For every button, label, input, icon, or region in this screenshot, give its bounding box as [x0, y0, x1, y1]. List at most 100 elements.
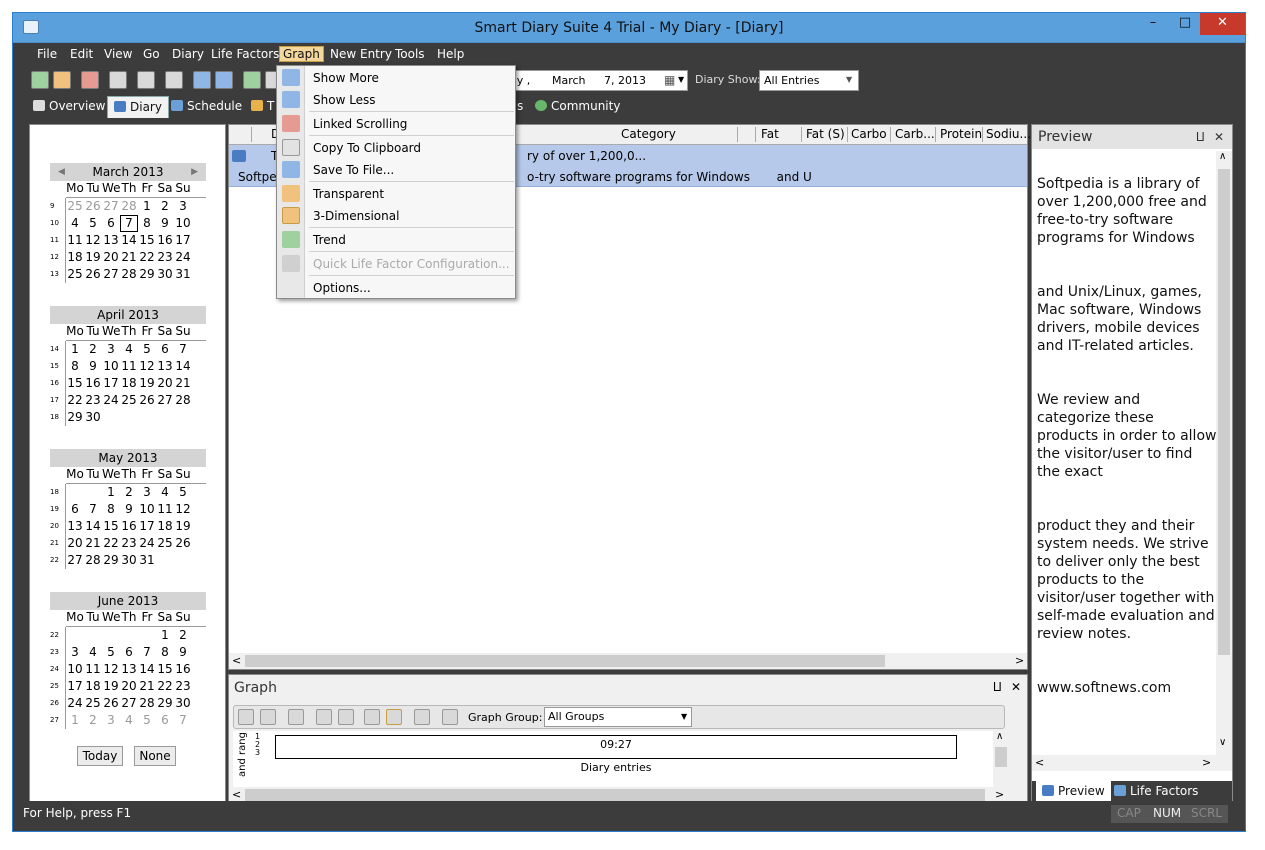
- scroll-down-icon[interactable]: ∨: [1219, 737, 1226, 748]
- calendar-day[interactable]: 5: [174, 484, 192, 501]
- scroll-thumb[interactable]: [1218, 169, 1230, 655]
- menu-new-entry[interactable]: New Entry: [330, 47, 392, 61]
- preview-link[interactable]: www.softnews.com: [1037, 679, 1217, 697]
- print-icon[interactable]: [109, 71, 127, 89]
- header-carb[interactable]: Carb...: [895, 127, 935, 141]
- calendar-day[interactable]: 12: [174, 501, 192, 518]
- calendar-day[interactable]: 17: [102, 375, 120, 392]
- calendar-day[interactable]: 19: [102, 678, 120, 695]
- today-button[interactable]: Today: [77, 746, 123, 766]
- calendar-day[interactable]: 1: [102, 484, 120, 501]
- menu-item-options[interactable]: Options...: [305, 277, 515, 299]
- menu-tools[interactable]: Tools: [395, 47, 425, 61]
- close-icon[interactable]: ✕: [1214, 130, 1224, 144]
- menu-help[interactable]: Help: [437, 47, 464, 61]
- calendar-day[interactable]: 29: [138, 266, 156, 283]
- calendar-day[interactable]: 5: [138, 712, 156, 729]
- header-protein[interactable]: Protein: [940, 127, 982, 141]
- menu-item-show-less[interactable]: Show Less: [305, 89, 515, 111]
- calendar-day[interactable]: 3: [102, 341, 120, 358]
- calendar-day[interactable]: 3: [102, 712, 120, 729]
- prev-month-icon[interactable]: ◀: [58, 163, 65, 181]
- header-fat-s[interactable]: Fat (S): [806, 127, 845, 141]
- calendar-day[interactable]: 4: [156, 484, 174, 501]
- header-fat[interactable]: Fat: [761, 127, 779, 141]
- calendar-day[interactable]: 23: [84, 392, 102, 409]
- calendar-day[interactable]: 31: [174, 266, 192, 283]
- menu-item-save-to-file[interactable]: Save To File...: [305, 159, 515, 181]
- minimize-button[interactable]: –: [1137, 13, 1169, 35]
- calendar-day[interactable]: 8: [66, 358, 84, 375]
- calendar-day[interactable]: 23: [120, 535, 138, 552]
- calendar-day[interactable]: 23: [174, 678, 192, 695]
- calendar-day[interactable]: 18: [84, 678, 102, 695]
- calendar-day[interactable]: 16: [156, 232, 174, 249]
- calendar-day[interactable]: 17: [66, 678, 84, 695]
- close-button[interactable]: ✕: [1200, 13, 1245, 35]
- calendar-day[interactable]: 4: [120, 341, 138, 358]
- menu-item-show-more[interactable]: Show More: [305, 67, 515, 89]
- calendar-day[interactable]: 25: [156, 535, 174, 552]
- tab-life-factors[interactable]: Life Factors: [1108, 781, 1204, 803]
- calendar-day[interactable]: 24: [174, 249, 192, 266]
- calendar-day[interactable]: 5: [138, 341, 156, 358]
- calendar-day[interactable]: 8: [138, 215, 156, 232]
- calendar-day[interactable]: 11: [66, 232, 84, 249]
- calendar-day[interactable]: 26: [84, 266, 102, 283]
- next-month-icon[interactable]: ▶: [191, 163, 198, 181]
- maximize-button[interactable]: □: [1169, 13, 1201, 35]
- calendar-day[interactable]: 28: [120, 198, 138, 215]
- calendar-day[interactable]: 14: [120, 232, 138, 249]
- calendar-day[interactable]: 22: [138, 249, 156, 266]
- calendar-day[interactable]: 27: [120, 695, 138, 712]
- calendar-day[interactable]: 21: [84, 535, 102, 552]
- calendar-day[interactable]: 7: [120, 215, 138, 232]
- menu-item-trend[interactable]: Trend: [305, 229, 515, 251]
- scroll-right-icon[interactable]: >: [995, 788, 1004, 801]
- scroll-thumb[interactable]: [245, 655, 885, 667]
- calendar-day[interactable]: 11: [156, 501, 174, 518]
- calendar-day[interactable]: 20: [120, 678, 138, 695]
- scroll-thumb[interactable]: [995, 747, 1007, 767]
- calendar-day[interactable]: 4: [66, 215, 84, 232]
- graph-vertical-scrollbar[interactable]: ∧: [993, 731, 1009, 787]
- page-setup-icon[interactable]: [137, 71, 155, 89]
- calendar-day[interactable]: 26: [138, 392, 156, 409]
- copy-icon[interactable]: [316, 709, 332, 725]
- chevron-down-icon[interactable]: ▼: [681, 712, 687, 721]
- calendar-day[interactable]: 7: [84, 501, 102, 518]
- calendar-day[interactable]: 20: [156, 375, 174, 392]
- calendar-day[interactable]: 7: [174, 341, 192, 358]
- calendar-day[interactable]: 28: [138, 695, 156, 712]
- calendar-day[interactable]: 3: [138, 484, 156, 501]
- calendar-day[interactable]: 31: [138, 552, 156, 569]
- calendar-day[interactable]: 15: [156, 661, 174, 678]
- close-icon[interactable]: ✕: [1011, 680, 1021, 694]
- calendar-day[interactable]: 9: [156, 215, 174, 232]
- calendar-day[interactable]: 18: [120, 375, 138, 392]
- calendar-day[interactable]: 28: [120, 266, 138, 283]
- calendar-day[interactable]: 3: [174, 198, 192, 215]
- preview-horizontal-scrollbar[interactable]: < >: [1032, 755, 1216, 771]
- edit-entry-icon[interactable]: [53, 71, 71, 89]
- calendar-day[interactable]: 9: [174, 644, 192, 661]
- calendar-day[interactable]: 9: [120, 501, 138, 518]
- menu-life-factors[interactable]: Life Factors: [211, 47, 279, 61]
- calendar-day[interactable]: 30: [120, 552, 138, 569]
- calendar-day[interactable]: 7: [138, 644, 156, 661]
- tab-community[interactable]: Community: [529, 96, 626, 118]
- tab-overview[interactable]: Overview: [27, 96, 112, 118]
- calendar-day[interactable]: 13: [120, 661, 138, 678]
- expand-icon[interactable]: [215, 71, 233, 89]
- date-picker[interactable]: ay , March 7, 2013 ▦ ▼: [503, 70, 688, 91]
- calendar-day[interactable]: 2: [156, 198, 174, 215]
- calendar-day[interactable]: 26: [174, 535, 192, 552]
- calendar-day[interactable]: 15: [138, 232, 156, 249]
- calendar-day[interactable]: 30: [156, 266, 174, 283]
- tab-preview[interactable]: Preview: [1036, 781, 1111, 803]
- calendar-day[interactable]: 10: [174, 215, 192, 232]
- calendar-day[interactable]: 16: [174, 661, 192, 678]
- calendar-day[interactable]: 25: [66, 266, 84, 283]
- calendar-day[interactable]: 18: [66, 249, 84, 266]
- calendar-day[interactable]: 1: [156, 627, 174, 644]
